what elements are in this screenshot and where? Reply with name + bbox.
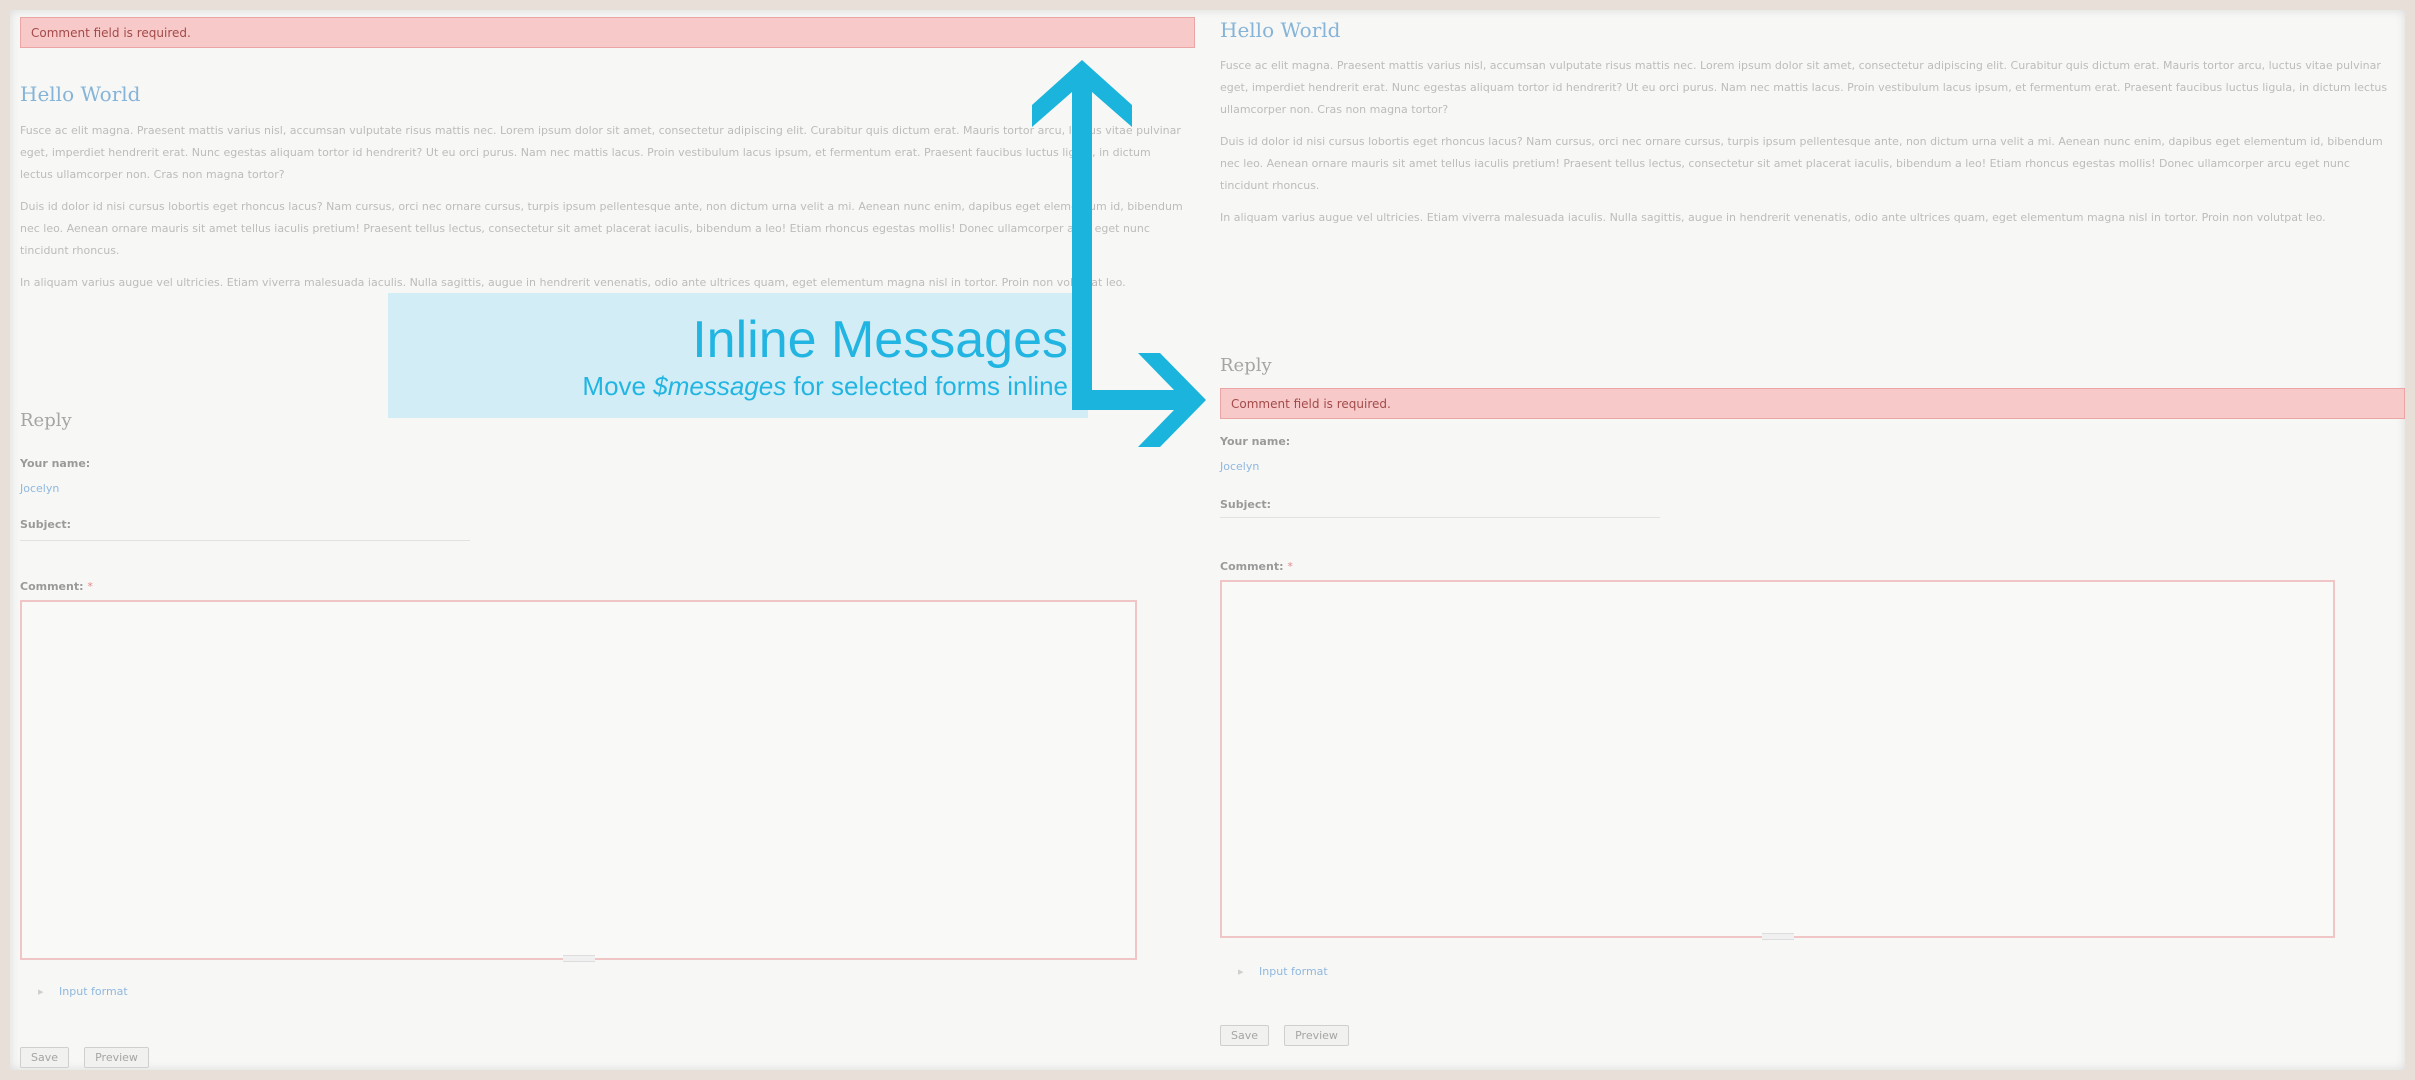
screenshot-frame: Comment field is required. Hello World F… (10, 10, 2405, 1070)
arrow-shaft-horizontal (1072, 390, 1172, 410)
arrow-shaft (1072, 115, 1092, 400)
arrow-graphic (1032, 60, 1206, 447)
